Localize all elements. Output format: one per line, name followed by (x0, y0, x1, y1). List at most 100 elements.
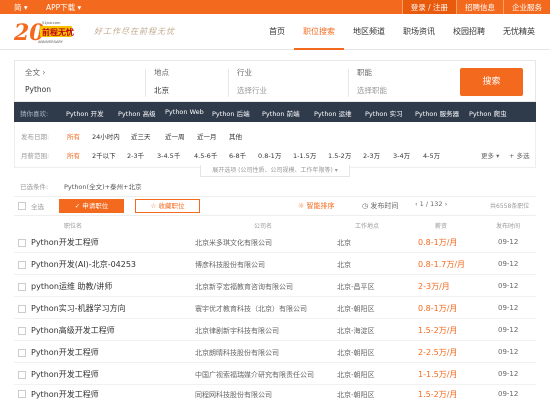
smart-sort-label: 智能排序 (306, 202, 335, 210)
suggested-keyword[interactable]: Python 开发 (66, 108, 104, 118)
multi-select-button[interactable]: + 多选 (509, 150, 530, 160)
site-logo[interactable]: 20 前程无忧 ANNIVERSARY 51job.com (14, 20, 88, 44)
job-title-link[interactable]: Python开发工程师 (31, 389, 99, 400)
table-row[interactable]: Python开发(AI)-北京-04253 博彦科技股份有限公司 北京 0.8-… (14, 254, 536, 275)
date-option[interactable]: 近一月 (197, 131, 217, 141)
company-link[interactable]: 北京米多琪文化有限公司 (195, 238, 272, 248)
pagination[interactable]: ‹ 1 / 132 › (415, 200, 447, 208)
suggested-keyword[interactable]: Python 高级 (118, 108, 156, 118)
login-register-link[interactable]: 登录 / 注册 (401, 0, 456, 14)
industry-label: 行业 (237, 68, 252, 77)
table-row[interactable]: Python开发工程师 北京朗晴科技股份有限公司 北京-朝阳区 2-2.5万/月… (14, 342, 536, 363)
salary-option[interactable]: 1-1.5万 (293, 150, 316, 160)
suggested-keyword[interactable]: Python 前端 (262, 108, 300, 118)
date-option[interactable]: 近三天 (131, 131, 151, 141)
table-row[interactable]: python运维 助教/讲师 北京新亨宏福教育咨询有限公司 北京-昌平区 2-3… (14, 276, 536, 297)
recruit-info-link[interactable]: 招聘信息 (456, 0, 503, 14)
salary-option[interactable]: 2-3万 (363, 150, 380, 160)
keyword-input[interactable]: Python (25, 85, 51, 94)
salary-option[interactable]: 3-4.5千 (157, 150, 180, 160)
row-checkbox[interactable] (18, 390, 26, 398)
job-title-link[interactable]: Python实习-机器学习方向 (31, 303, 126, 314)
company-link[interactable]: 博彦科技股份有限公司 (195, 260, 265, 270)
search-button[interactable]: 搜索 (460, 68, 523, 96)
app-download-link[interactable]: APP下载 ▾ (46, 2, 81, 13)
nav-home[interactable]: 首页 (260, 14, 294, 50)
salary-option[interactable]: 所有 (67, 150, 80, 160)
more-options-button[interactable]: 更多 ▾ (481, 150, 499, 160)
suggested-keyword[interactable]: Python 后端 (212, 108, 250, 118)
company-link[interactable]: 寰宇优才教育科技（北京）有限公司 (195, 304, 307, 314)
function-select[interactable]: 选择职能 (357, 85, 387, 96)
date-option[interactable]: 所有 (67, 131, 80, 141)
apply-job-button[interactable]: ✓ 申请职位 (59, 199, 124, 213)
suggested-keyword[interactable]: Python Web (165, 108, 204, 116)
select-all-checkbox[interactable] (18, 202, 26, 210)
suggested-keyword[interactable]: Python 运维 (314, 108, 352, 118)
salary-option[interactable]: 4-5万 (423, 150, 440, 160)
job-salary: 2-3万/月 (418, 282, 450, 291)
job-title-link[interactable]: Python开发工程师 (31, 237, 99, 248)
table-row[interactable]: Python开发工程师 北京米多琪文化有限公司 北京 0.8-1万/月 09-1… (14, 232, 536, 253)
salary-option[interactable]: 2-3千 (127, 150, 144, 160)
row-checkbox[interactable] (18, 305, 26, 313)
date-option[interactable]: 其他 (229, 131, 242, 141)
smart-sort-button[interactable]: ☼ 智能排序 (298, 201, 335, 211)
suggested-keyword[interactable]: Python 服务器 (415, 108, 459, 118)
nav-job-search[interactable]: 职位搜索 (294, 14, 344, 50)
expand-filters-button[interactable]: 展开选项 (公司性质、公司规模、工作年限等) ▾ (200, 165, 350, 177)
salary-option[interactable]: 6-8千 (229, 150, 246, 160)
keyword-scope-select[interactable]: 全文 › (25, 67, 45, 78)
row-checkbox[interactable] (18, 261, 26, 269)
company-link[interactable]: 北京朗晴科技股份有限公司 (195, 348, 279, 358)
row-checkbox[interactable] (18, 349, 26, 357)
salary-option[interactable]: 3-4万 (393, 150, 410, 160)
company-link[interactable]: 北京新亨宏福教育咨询有限公司 (195, 282, 293, 292)
job-date: 09-12 (498, 348, 519, 356)
location-input[interactable]: 北京 (154, 85, 169, 96)
job-title-link[interactable]: Python开发工程师 (31, 369, 99, 380)
favorite-job-button[interactable]: ☆ 收藏职位 (135, 199, 200, 213)
table-row[interactable]: Python高级开发工程师 北京律剧新宇科技有限公司 北京-海淀区 1.5-2万… (14, 320, 536, 341)
company-link[interactable]: 北京律剧新宇科技有限公司 (195, 326, 279, 336)
row-checkbox[interactable] (18, 327, 26, 335)
nav-campus[interactable]: 校园招聘 (444, 14, 494, 50)
language-select[interactable]: 简 ▾ (14, 2, 28, 13)
salary-option[interactable]: 4.5-6千 (194, 150, 217, 160)
nav-elite[interactable]: 无忧精英 (494, 14, 544, 50)
job-date: 09-12 (498, 370, 519, 378)
function-label: 职能 (357, 68, 372, 77)
job-title-link[interactable]: Python开发(AI)-北京-04253 (31, 259, 136, 270)
job-title-link[interactable]: Python高级开发工程师 (31, 325, 115, 336)
job-salary: 1.5-2万/月 (418, 390, 458, 399)
job-location: 北京-朝阳区 (337, 371, 375, 379)
row-checkbox[interactable] (18, 239, 26, 247)
salary-option[interactable]: 2千以下 (92, 150, 116, 160)
logo-domain: 51job.com (42, 21, 61, 25)
company-link[interactable]: 同程网科技股份有限公司 (195, 390, 272, 400)
nav-career-news[interactable]: 职场资讯 (394, 14, 444, 50)
salary-option[interactable]: 1.5-2万 (328, 150, 351, 160)
row-checkbox[interactable] (18, 283, 26, 291)
job-date: 09-12 (498, 238, 519, 246)
job-date: 09-12 (498, 390, 519, 398)
row-checkbox[interactable] (18, 371, 26, 379)
suggested-keyword[interactable]: Python 实习 (365, 108, 403, 118)
table-row[interactable]: Python开发工程师 中国广视索福瑞媒介研究有限责任公司 北京-朝阳区 1-1… (14, 364, 536, 385)
table-row[interactable]: Python实习-机器学习方向 寰宇优才教育科技（北京）有限公司 北京-朝阳区 … (14, 298, 536, 319)
date-option[interactable]: 24小时内 (92, 131, 120, 141)
suggested-keyword[interactable]: Python 爬虫 (469, 108, 507, 118)
time-sort-button[interactable]: ◷ 发布时间 (362, 201, 398, 211)
industry-select[interactable]: 选择行业 (237, 85, 267, 96)
company-link[interactable]: 中国广视索福瑞媒介研究有限责任公司 (195, 370, 314, 380)
divider (228, 69, 229, 97)
job-title-link[interactable]: Python开发工程师 (31, 347, 99, 358)
salary-filter-label: 月薪范围: (21, 152, 50, 160)
job-title-link[interactable]: python运维 助教/讲师 (31, 281, 112, 292)
date-filter-label: 发布日期: (21, 133, 50, 141)
enterprise-service-link[interactable]: 企业服务 (503, 0, 550, 14)
table-row[interactable]: Python开发工程师 同程网科技股份有限公司 北京-朝阳区 1.5-2万/月 … (14, 386, 536, 400)
nav-region[interactable]: 地区频道 (344, 14, 394, 50)
date-option[interactable]: 近一周 (165, 131, 185, 141)
salary-option[interactable]: 0.8-1万 (258, 150, 281, 160)
